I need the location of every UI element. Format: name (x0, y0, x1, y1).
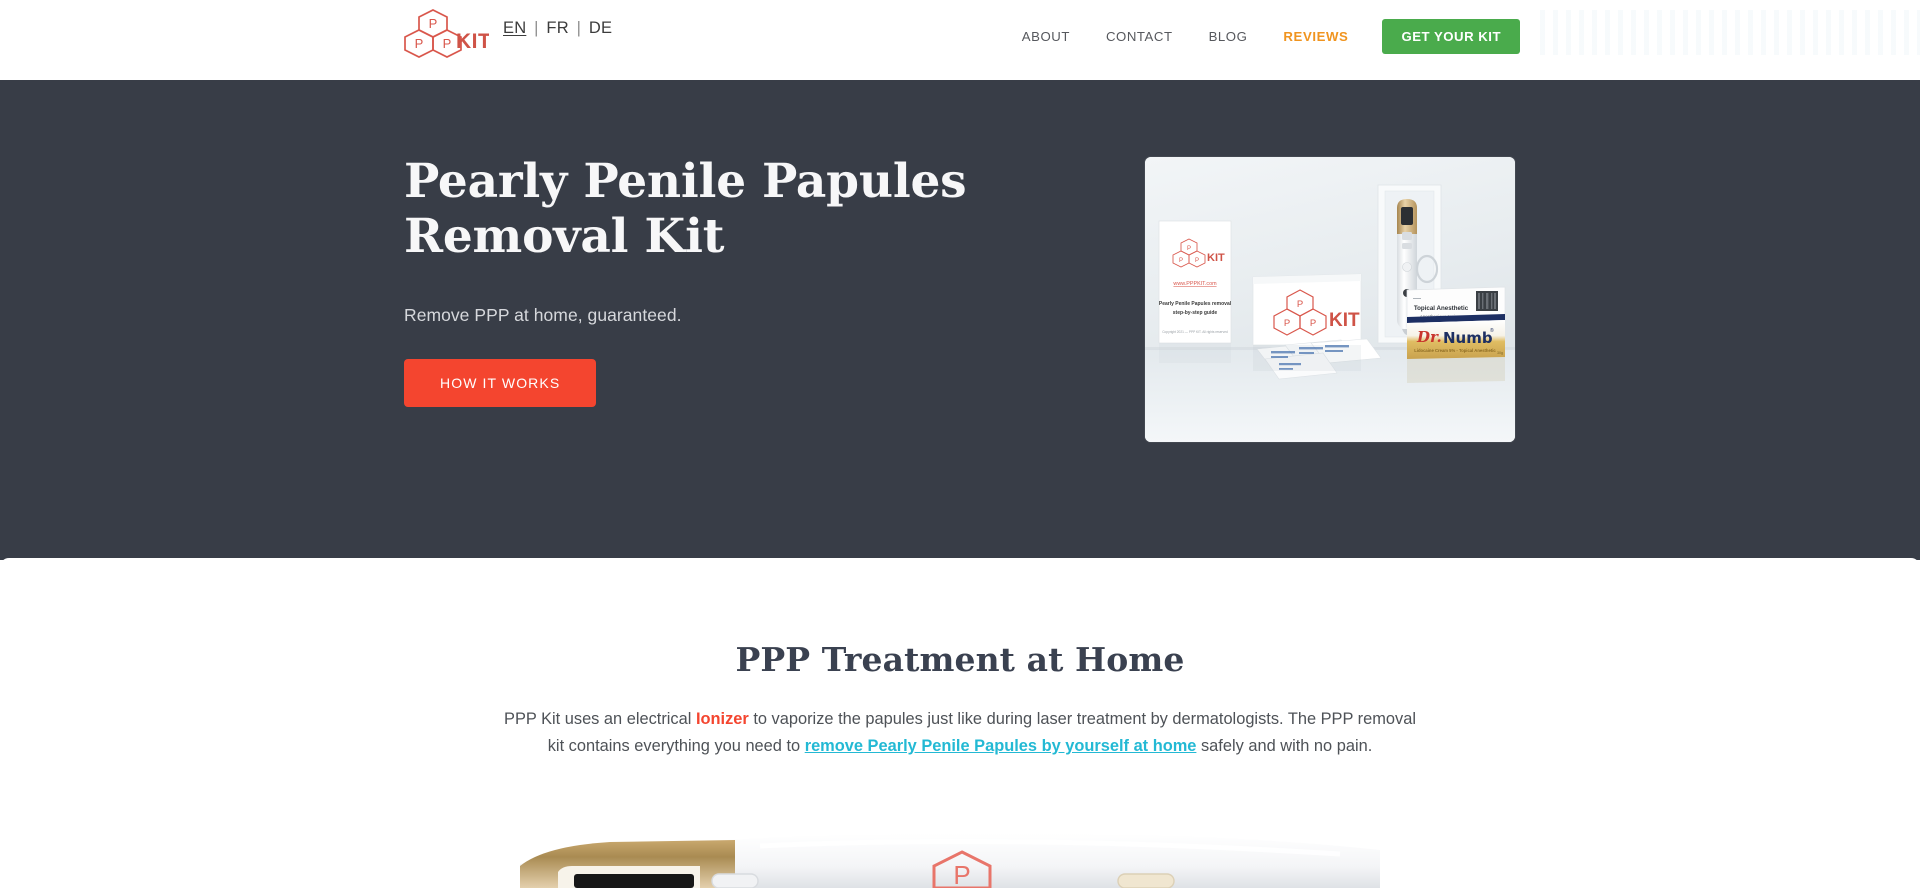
svg-text:Copyright 2021 — PPP KIT. All: Copyright 2021 — PPP KIT. All rights res… (1162, 330, 1228, 334)
svg-text:www.PPPKIT.com: www.PPPKIT.com (1172, 281, 1217, 287)
svg-text:P: P (415, 36, 424, 51)
svg-text:P: P (429, 16, 438, 31)
ppp-kit-logo: P P P KIT (404, 9, 489, 58)
ionizer-highlight: Ionizer (695, 710, 749, 728)
paragraph-part-1: PPP Kit uses an electrical (504, 710, 696, 728)
svg-text:P: P (1297, 299, 1303, 310)
svg-text:P: P (1310, 318, 1316, 329)
nav-item-blog[interactable]: BLOG (1191, 21, 1266, 52)
svg-text:P: P (953, 860, 970, 888)
page-root: P P P KIT EN | FR | DE ABOUT CONTACT BLO… (0, 0, 1920, 888)
svg-text:Lidocaine Cream 5% - Topical A: Lidocaine Cream 5% - Topical Anesthetic (1414, 348, 1496, 353)
language-separator-1: | (534, 18, 539, 37)
language-switcher[interactable]: EN | FR | DE (503, 19, 612, 38)
hero-title: Pearly Penile Papules Removal Kit (404, 154, 1044, 264)
hero-section: Pearly Penile Papules Removal Kit Remove… (0, 80, 1920, 560)
language-option-en[interactable]: EN (503, 19, 526, 37)
svg-text:KIT: KIT (1329, 310, 1360, 331)
get-your-kit-button[interactable]: GET YOUR KIT (1382, 19, 1520, 55)
svg-text:KIT: KIT (456, 30, 489, 53)
hero-copy: Pearly Penile Papules Removal Kit Remove… (404, 154, 1044, 408)
svg-text:KIT: KIT (1207, 252, 1225, 264)
ionizer-device-image: P (0, 816, 1920, 888)
nav-item-about[interactable]: ABOUT (1004, 21, 1088, 52)
section-title: PPP Treatment at Home (735, 640, 1185, 679)
language-option-de[interactable]: DE (589, 19, 612, 37)
ppp-kit-contents-photo: PP P KIT www.PPPKIT.com Pearly Penile Pap… (1145, 157, 1515, 442)
hero-inner: Pearly Penile Papules Removal Kit Remove… (0, 80, 1920, 560)
hero-title-line-2: Removal Kit (404, 208, 725, 264)
svg-text:P: P (1195, 258, 1199, 264)
svg-text:®: ® (1490, 327, 1494, 334)
nav-item-reviews[interactable]: REVIEWS (1265, 21, 1366, 52)
svg-text:step-by-step guide: step-by-step guide (1173, 310, 1218, 316)
svg-text:P: P (443, 36, 452, 51)
svg-text:Pearly Penile Papules removal: Pearly Penile Papules removal (1159, 301, 1232, 307)
svg-text:Dr.: Dr. (1416, 328, 1442, 346)
svg-text:P: P (1179, 258, 1183, 264)
hero-product-image: PPP KIT www.PPPKIT.com Pearly Penile Pap… (1145, 157, 1515, 442)
main-navigation: ABOUT CONTACT BLOG REVIEWS GET YOUR KIT (1004, 19, 1520, 55)
ionizer-device-photo: P (0, 816, 1920, 888)
language-option-fr[interactable]: FR (546, 19, 568, 37)
svg-text:Topical Anesthetic: Topical Anesthetic (1414, 305, 1469, 312)
site-header: P P P KIT EN | FR | DE ABOUT CONTACT BLO… (0, 0, 1920, 80)
svg-text:Numb: Numb (1443, 329, 1493, 347)
svg-text:P: P (1284, 318, 1290, 329)
brand-area: P P P KIT EN | FR | DE (403, 6, 612, 68)
language-separator-2: | (576, 18, 582, 37)
ppp-treatment-section: PPP Treatment at Home PPP Kit uses an el… (0, 558, 1920, 888)
remove-ppp-link[interactable]: remove Pearly Penile Papules by yourself… (805, 737, 1197, 755)
svg-text:P: P (1187, 246, 1191, 252)
nav-item-contact[interactable]: CONTACT (1088, 21, 1191, 52)
hero-title-line-1: Pearly Penile Papules (404, 154, 967, 209)
how-it-works-button[interactable]: HOW IT WORKS (404, 359, 597, 408)
header-stripe-artifact (1540, 10, 1920, 55)
section-paragraph: PPP Kit uses an electrical Ionizer to va… (495, 706, 1425, 759)
paragraph-part-3: safely and with no pain. (1196, 736, 1373, 755)
svg-text:30g: 30g (1497, 351, 1503, 355)
logo-link[interactable]: P P P KIT (403, 6, 489, 68)
hero-subtitle: Remove PPP at home, guaranteed. (404, 305, 682, 326)
